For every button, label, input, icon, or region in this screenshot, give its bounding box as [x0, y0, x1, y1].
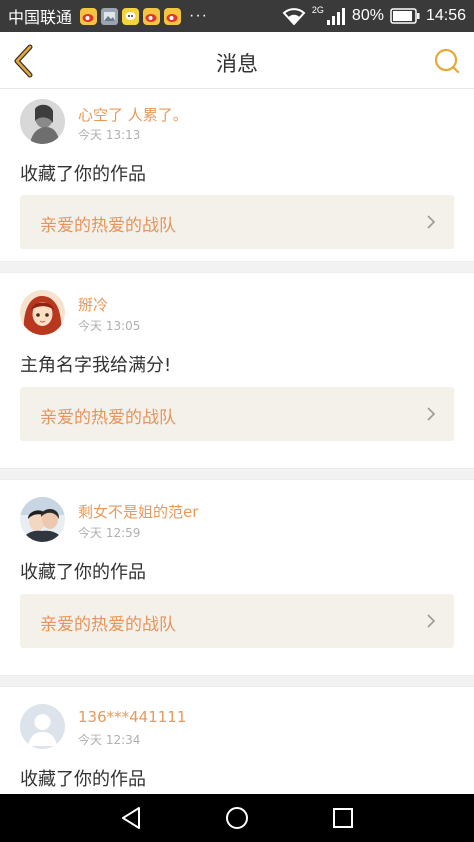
timestamp: 今天 13:13 — [78, 128, 141, 142]
work-card[interactable]: 亲爱的热爱的战队 — [20, 387, 454, 441]
chevron-right-icon — [427, 614, 436, 628]
work-title: 亲爱的热爱的战队 — [40, 216, 176, 236]
message-content: 收藏了你的作品 — [20, 562, 146, 583]
wifi-icon — [282, 7, 306, 25]
timestamp: 今天 13:05 — [78, 319, 141, 333]
status-left: 中国联通 ··· — [8, 4, 208, 28]
divider — [0, 675, 474, 687]
message-content: 收藏了你的作品 — [20, 769, 146, 790]
image-icon — [101, 7, 119, 25]
username[interactable]: 136***441111 — [78, 708, 186, 726]
avatar[interactable] — [20, 704, 65, 749]
username[interactable]: 掰冷 — [78, 294, 108, 315]
page-title: 消息 — [216, 52, 258, 76]
work-card[interactable]: 亲爱的热爱的战队 — [20, 195, 454, 249]
chevron-right-icon — [427, 215, 436, 229]
chevron-right-icon — [427, 407, 436, 421]
username[interactable]: 剩女不是姐的范er — [78, 501, 198, 522]
battery-icon — [390, 8, 420, 24]
message-content: 主角名字我给满分! — [20, 355, 172, 376]
divider — [0, 468, 474, 480]
search-button[interactable] — [432, 46, 462, 76]
divider — [0, 261, 474, 273]
timestamp: 今天 12:34 — [78, 733, 141, 747]
more-notifications-indicator: ··· — [189, 7, 208, 24]
list-item: 剩女不是姐的范er 今天 12:59 收藏了你的作品 亲爱的热爱的战队 — [0, 480, 474, 675]
signal-icon — [326, 7, 346, 25]
carrier-name: 中国联通 — [8, 10, 73, 27]
timestamp: 今天 12:59 — [78, 526, 141, 540]
weibo-icon — [80, 7, 98, 25]
clock: 14:56 — [425, 7, 466, 24]
status-right: 2G 80% 14:56 — [282, 4, 466, 25]
weibo-icon — [143, 7, 161, 25]
message-content: 收藏了你的作品 — [20, 164, 146, 185]
avatar[interactable] — [20, 497, 65, 542]
home-circle-icon[interactable] — [224, 805, 250, 831]
recents-square-icon[interactable] — [330, 805, 356, 831]
work-title: 亲爱的热爱的战队 — [40, 408, 176, 428]
message-list[interactable]: 心空了 人累了。 今天 13:13 收藏了你的作品 亲爱的热爱的战队 掰冷 今天… — [0, 89, 474, 794]
app-header: 消息 — [0, 32, 474, 89]
avatar[interactable] — [20, 99, 65, 144]
system-nav-bar — [0, 794, 474, 842]
chat-icon — [122, 7, 140, 25]
weibo-icon — [164, 7, 182, 25]
avatar[interactable] — [20, 290, 65, 335]
back-triangle-icon[interactable] — [118, 805, 144, 831]
network-type: 2G — [311, 4, 324, 15]
list-item: 136***441111 今天 12:34 收藏了你的作品 — [0, 687, 474, 794]
list-item: 掰冷 今天 13:05 主角名字我给满分! 亲爱的热爱的战队 — [0, 273, 474, 468]
search-icon — [434, 48, 460, 74]
username[interactable]: 心空了 人累了。 — [78, 104, 188, 125]
battery-percent: 80% — [351, 7, 384, 24]
list-item: 心空了 人累了。 今天 13:13 收藏了你的作品 亲爱的热爱的战队 — [0, 89, 474, 261]
work-title: 亲爱的热爱的战队 — [40, 615, 176, 635]
work-card[interactable]: 亲爱的热爱的战队 — [20, 594, 454, 648]
status-bar: 中国联通 ··· 2G 80% 14:56 — [0, 0, 474, 32]
